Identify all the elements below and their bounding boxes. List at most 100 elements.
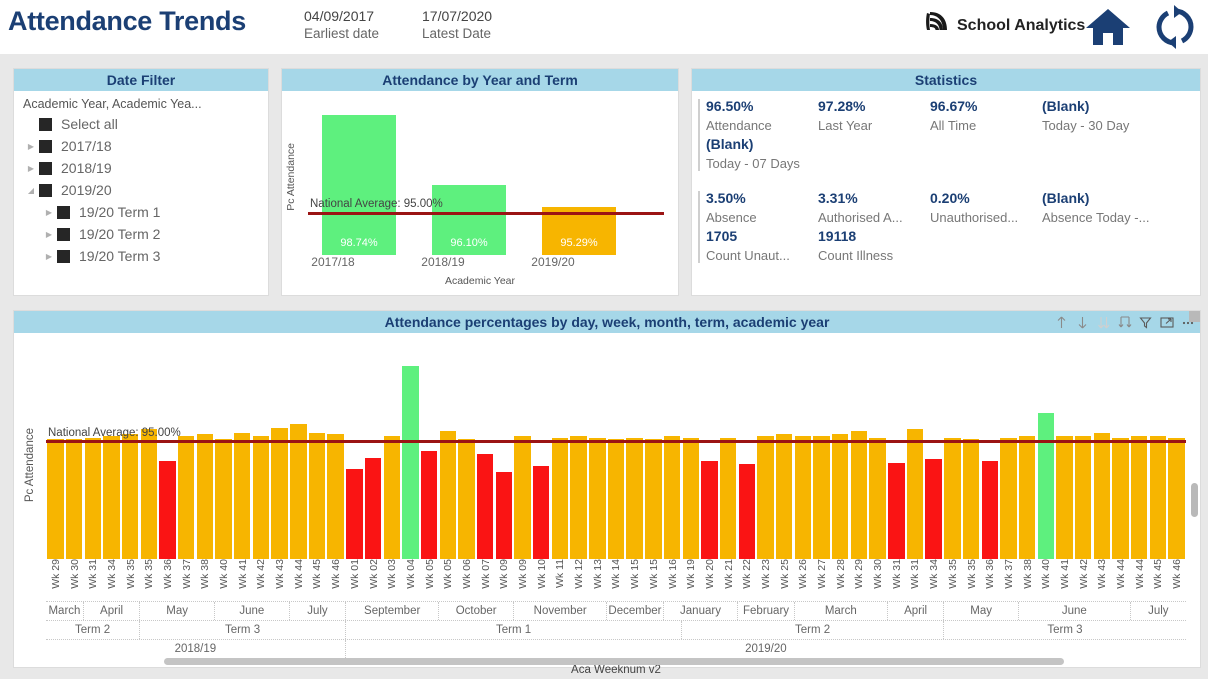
trend-bar[interactable] bbox=[794, 351, 813, 559]
trend-bar[interactable] bbox=[906, 351, 925, 559]
trend-bar[interactable] bbox=[196, 351, 215, 559]
trend-bar[interactable] bbox=[401, 351, 420, 559]
drill-up-icon[interactable] bbox=[1051, 311, 1072, 333]
checkbox[interactable] bbox=[57, 249, 70, 263]
year-term-bar[interactable]: 98.74% bbox=[322, 114, 396, 255]
trend-bar[interactable] bbox=[607, 351, 626, 559]
chevron-right-icon[interactable]: ▶ bbox=[23, 142, 39, 151]
trend-bar[interactable] bbox=[252, 351, 271, 559]
checkbox[interactable] bbox=[57, 205, 70, 219]
trend-bar[interactable] bbox=[551, 351, 570, 559]
trend-bar[interactable] bbox=[681, 351, 700, 559]
statistic-card[interactable]: (Blank) Absence Today -... bbox=[1042, 189, 1154, 227]
date-filter-item[interactable]: ▶ 19/20 Term 1 bbox=[14, 201, 268, 223]
trend-bar[interactable] bbox=[569, 351, 588, 559]
trend-bar[interactable] bbox=[158, 351, 177, 559]
date-filter-item[interactable]: ▶ 2018/19 bbox=[14, 157, 268, 179]
trend-chart-toolbar[interactable] bbox=[1051, 311, 1198, 333]
trend-bar[interactable] bbox=[850, 351, 869, 559]
trend-bar[interactable] bbox=[65, 351, 84, 559]
trend-bar[interactable] bbox=[999, 351, 1018, 559]
panel-corner-handle[interactable] bbox=[1189, 311, 1200, 322]
statistic-card[interactable]: 96.67% All Time bbox=[930, 97, 1042, 135]
trend-bar[interactable] bbox=[270, 351, 289, 559]
year-term-plot-area[interactable]: 98.74% 96.10% 95.29% National Average: 95.0… bbox=[308, 97, 664, 255]
trend-bar[interactable] bbox=[868, 351, 887, 559]
trend-bar[interactable] bbox=[214, 351, 233, 559]
trend-bar[interactable] bbox=[364, 351, 383, 559]
trend-bar[interactable] bbox=[233, 351, 252, 559]
date-filter-tree[interactable]: Select all ▶ 2017/18 ▶ 2018/19 ◢ 2019/20 ▶ 19/20… bbox=[14, 113, 268, 267]
trend-bar[interactable] bbox=[532, 351, 551, 559]
trend-bar[interactable] bbox=[980, 351, 999, 559]
trend-plot-area[interactable]: National Average: 95.00% bbox=[46, 351, 1186, 559]
chevron-right-icon[interactable]: ▶ bbox=[41, 230, 57, 239]
trend-bar[interactable] bbox=[83, 351, 102, 559]
trend-bars[interactable] bbox=[46, 351, 1186, 559]
filter-icon[interactable] bbox=[1135, 311, 1156, 333]
trend-bar[interactable] bbox=[887, 351, 906, 559]
chevron-right-icon[interactable]: ▶ bbox=[23, 164, 39, 173]
trend-bar[interactable] bbox=[644, 351, 663, 559]
trend-bar[interactable] bbox=[588, 351, 607, 559]
checkbox[interactable] bbox=[39, 183, 52, 197]
statistic-card[interactable]: 3.31% Authorised A... bbox=[818, 189, 930, 227]
checkbox[interactable] bbox=[39, 161, 52, 175]
date-filter-item[interactable]: ▶ 2017/18 bbox=[14, 135, 268, 157]
expand-all-icon[interactable] bbox=[1093, 311, 1114, 333]
trend-bar[interactable] bbox=[831, 351, 850, 559]
trend-bar[interactable] bbox=[1055, 351, 1074, 559]
checkbox[interactable] bbox=[57, 227, 70, 241]
chevron-down-icon[interactable]: ◢ bbox=[23, 186, 39, 195]
trend-bar[interactable] bbox=[1018, 351, 1037, 559]
trend-bar[interactable] bbox=[495, 351, 514, 559]
trend-bar[interactable] bbox=[1036, 351, 1055, 559]
chevron-right-icon[interactable]: ▶ bbox=[41, 208, 57, 217]
trend-bar[interactable] bbox=[962, 351, 981, 559]
trend-bar[interactable] bbox=[1130, 351, 1149, 559]
statistic-card[interactable]: 19118 Count Illness bbox=[818, 227, 930, 265]
home-icon[interactable] bbox=[1082, 3, 1134, 56]
trend-bar[interactable] bbox=[345, 351, 364, 559]
trend-bar[interactable] bbox=[812, 351, 831, 559]
date-filter-item[interactable]: ▶ 19/20 Term 3 bbox=[14, 245, 268, 267]
trend-bar[interactable] bbox=[719, 351, 738, 559]
trend-bar[interactable] bbox=[1167, 351, 1186, 559]
chevron-right-icon[interactable]: ▶ bbox=[41, 252, 57, 261]
statistic-card[interactable]: 96.50% Attendance bbox=[706, 97, 818, 135]
statistic-card[interactable]: 3.50% Absence bbox=[706, 189, 818, 227]
statistic-card[interactable]: (Blank) Today - 30 Day bbox=[1042, 97, 1154, 135]
trend-bar[interactable] bbox=[289, 351, 308, 559]
date-filter-item[interactable]: ◢ 2019/20 bbox=[14, 179, 268, 201]
drill-hierarchy-icon[interactable] bbox=[1114, 311, 1135, 333]
trend-horizontal-scrollbar[interactable] bbox=[164, 658, 1064, 665]
trend-bar[interactable] bbox=[663, 351, 682, 559]
trend-bar[interactable] bbox=[308, 351, 327, 559]
statistic-card[interactable]: 1705 Count Unaut... bbox=[706, 227, 818, 265]
trend-vertical-scrollbar[interactable] bbox=[1191, 483, 1198, 517]
checkbox[interactable] bbox=[39, 139, 52, 153]
trend-bar[interactable] bbox=[625, 351, 644, 559]
trend-bar[interactable] bbox=[1111, 351, 1130, 559]
trend-bar[interactable] bbox=[46, 351, 65, 559]
year-term-bar[interactable]: 96.10% bbox=[432, 185, 506, 255]
trend-bar[interactable] bbox=[382, 351, 401, 559]
trend-bar[interactable] bbox=[121, 351, 140, 559]
trend-bar[interactable] bbox=[737, 351, 756, 559]
date-filter-item[interactable]: Select all bbox=[14, 113, 268, 135]
trend-bar[interactable] bbox=[177, 351, 196, 559]
trend-bar[interactable] bbox=[102, 351, 121, 559]
refresh-icon[interactable] bbox=[1152, 3, 1198, 56]
trend-bar[interactable] bbox=[700, 351, 719, 559]
trend-bar[interactable] bbox=[457, 351, 476, 559]
trend-bar[interactable] bbox=[438, 351, 457, 559]
trend-bar[interactable] bbox=[775, 351, 794, 559]
statistic-card[interactable]: (Blank) Today - 07 Days bbox=[706, 135, 818, 173]
statistic-card[interactable]: 97.28% Last Year bbox=[818, 97, 930, 135]
trend-bar[interactable] bbox=[513, 351, 532, 559]
checkbox[interactable] bbox=[39, 117, 52, 131]
trend-bar[interactable] bbox=[139, 351, 158, 559]
focus-mode-icon[interactable] bbox=[1156, 311, 1177, 333]
drill-down-icon[interactable] bbox=[1072, 311, 1093, 333]
trend-bar[interactable] bbox=[943, 351, 962, 559]
